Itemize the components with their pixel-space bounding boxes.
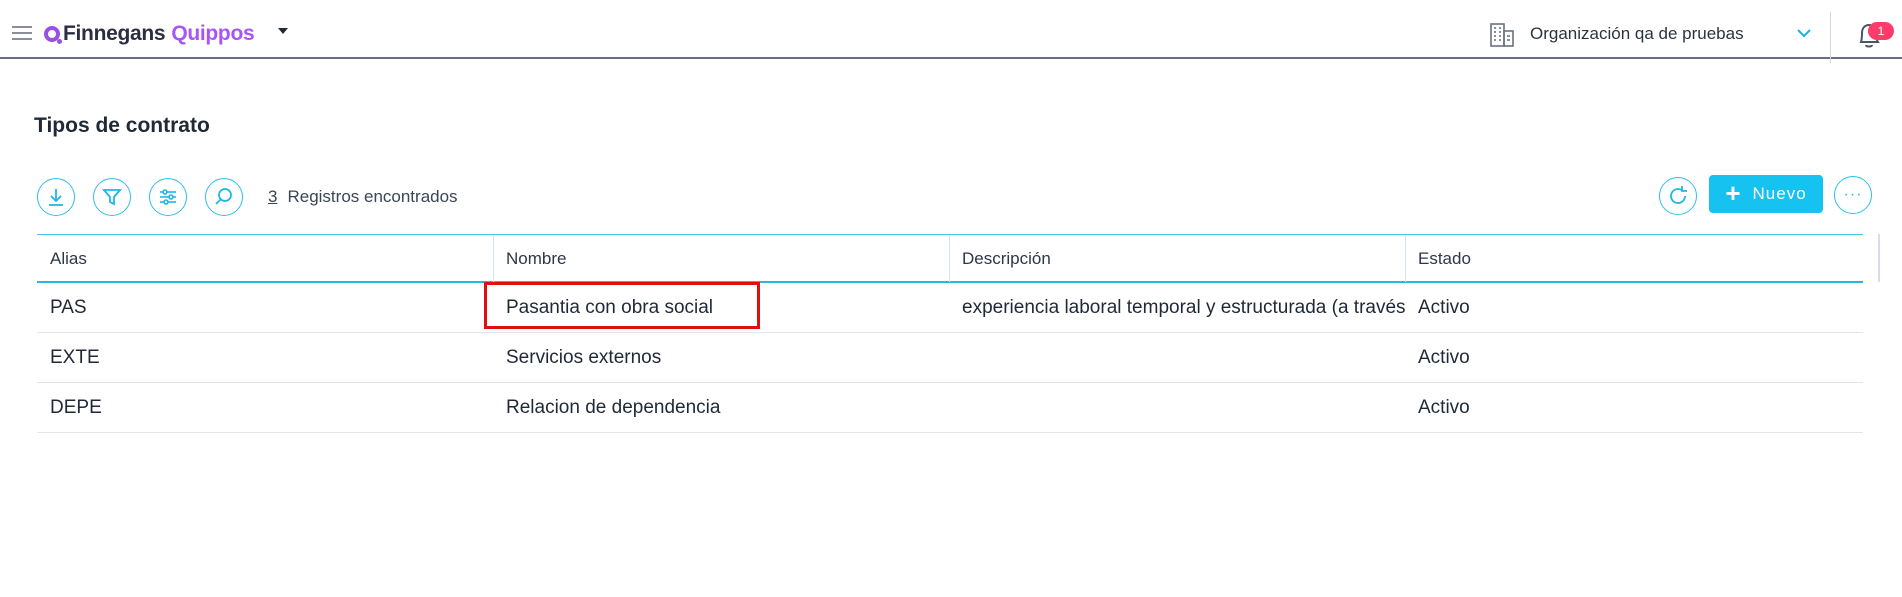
cell-estado: Activo — [1418, 296, 1470, 318]
download-icon — [49, 189, 63, 206]
column-settings-button[interactable] — [149, 178, 187, 216]
notification-badge: 1 — [1868, 22, 1894, 40]
divider — [1830, 12, 1831, 63]
cell-descripcion: experiencia laboral temporal y estructur… — [962, 296, 1405, 318]
scrollbar[interactable] — [1878, 234, 1880, 282]
brand-name-part2: Quippos — [171, 22, 255, 45]
records-count-number[interactable]: 3 — [268, 187, 277, 207]
column-header-estado[interactable]: Estado — [1405, 235, 1863, 282]
table-row[interactable]: DEPE Relacion de dependencia Activo — [37, 383, 1863, 433]
table-row[interactable]: PAS Pasantia con obra social experiencia… — [37, 282, 1863, 333]
download-button[interactable] — [37, 178, 75, 216]
brand-logo[interactable]: Finnegans Quippos — [44, 22, 255, 46]
more-options-button[interactable]: ··· — [1834, 176, 1872, 214]
contract-types-table: Alias Nombre Descripción Estado PAS Pasa… — [37, 234, 1863, 433]
app-switcher-caret-icon[interactable] — [278, 28, 288, 34]
new-button[interactable]: + Nuevo — [1709, 175, 1823, 213]
chevron-down-icon[interactable] — [1796, 28, 1812, 38]
organization-name: Organización qa de pruebas — [1530, 24, 1744, 43]
search-button[interactable] — [205, 178, 243, 216]
organization-selector[interactable]: Organización qa de pruebas — [1490, 20, 1744, 48]
column-header-descripcion[interactable]: Descripción — [949, 235, 1405, 282]
logo-icon — [44, 26, 62, 44]
cell-descripcion — [949, 383, 1405, 432]
column-header-alias[interactable]: Alias — [37, 235, 493, 282]
search-icon — [215, 188, 232, 205]
table-header: Alias Nombre Descripción Estado — [37, 234, 1863, 283]
filter-icon — [102, 189, 122, 206]
cell-nombre: Relacion de dependencia — [506, 396, 721, 418]
table-row[interactable]: EXTE Servicios externos Activo — [37, 333, 1863, 383]
cell-alias: DEPE — [50, 396, 102, 418]
column-header-nombre[interactable]: Nombre — [493, 235, 949, 282]
records-count: 3 Registros encontrados — [268, 187, 458, 207]
page-title: Tipos de contrato — [34, 114, 210, 137]
cell-estado: Activo — [1418, 346, 1470, 368]
cell-nombre: Servicios externos — [506, 346, 662, 368]
cell-nombre: Pasantia con obra social — [506, 296, 714, 318]
cell-descripcion — [949, 333, 1405, 382]
sliders-icon — [160, 189, 176, 205]
refresh-button[interactable] — [1659, 177, 1697, 215]
records-count-label: Registros encontrados — [287, 187, 458, 206]
filter-button[interactable] — [93, 178, 131, 216]
refresh-icon — [1670, 186, 1687, 204]
brand-name-part1: Finnegans — [63, 22, 166, 45]
new-button-label: Nuevo — [1752, 184, 1807, 203]
menu-icon[interactable] — [12, 26, 32, 40]
top-bar: Finnegans Quippos Organización qa de pru… — [0, 6, 1902, 63]
plus-icon: + — [1725, 178, 1741, 208]
cell-alias: EXTE — [50, 346, 100, 368]
building-icon — [1490, 23, 1514, 47]
cell-alias: PAS — [50, 296, 87, 318]
cell-estado: Activo — [1418, 396, 1470, 418]
